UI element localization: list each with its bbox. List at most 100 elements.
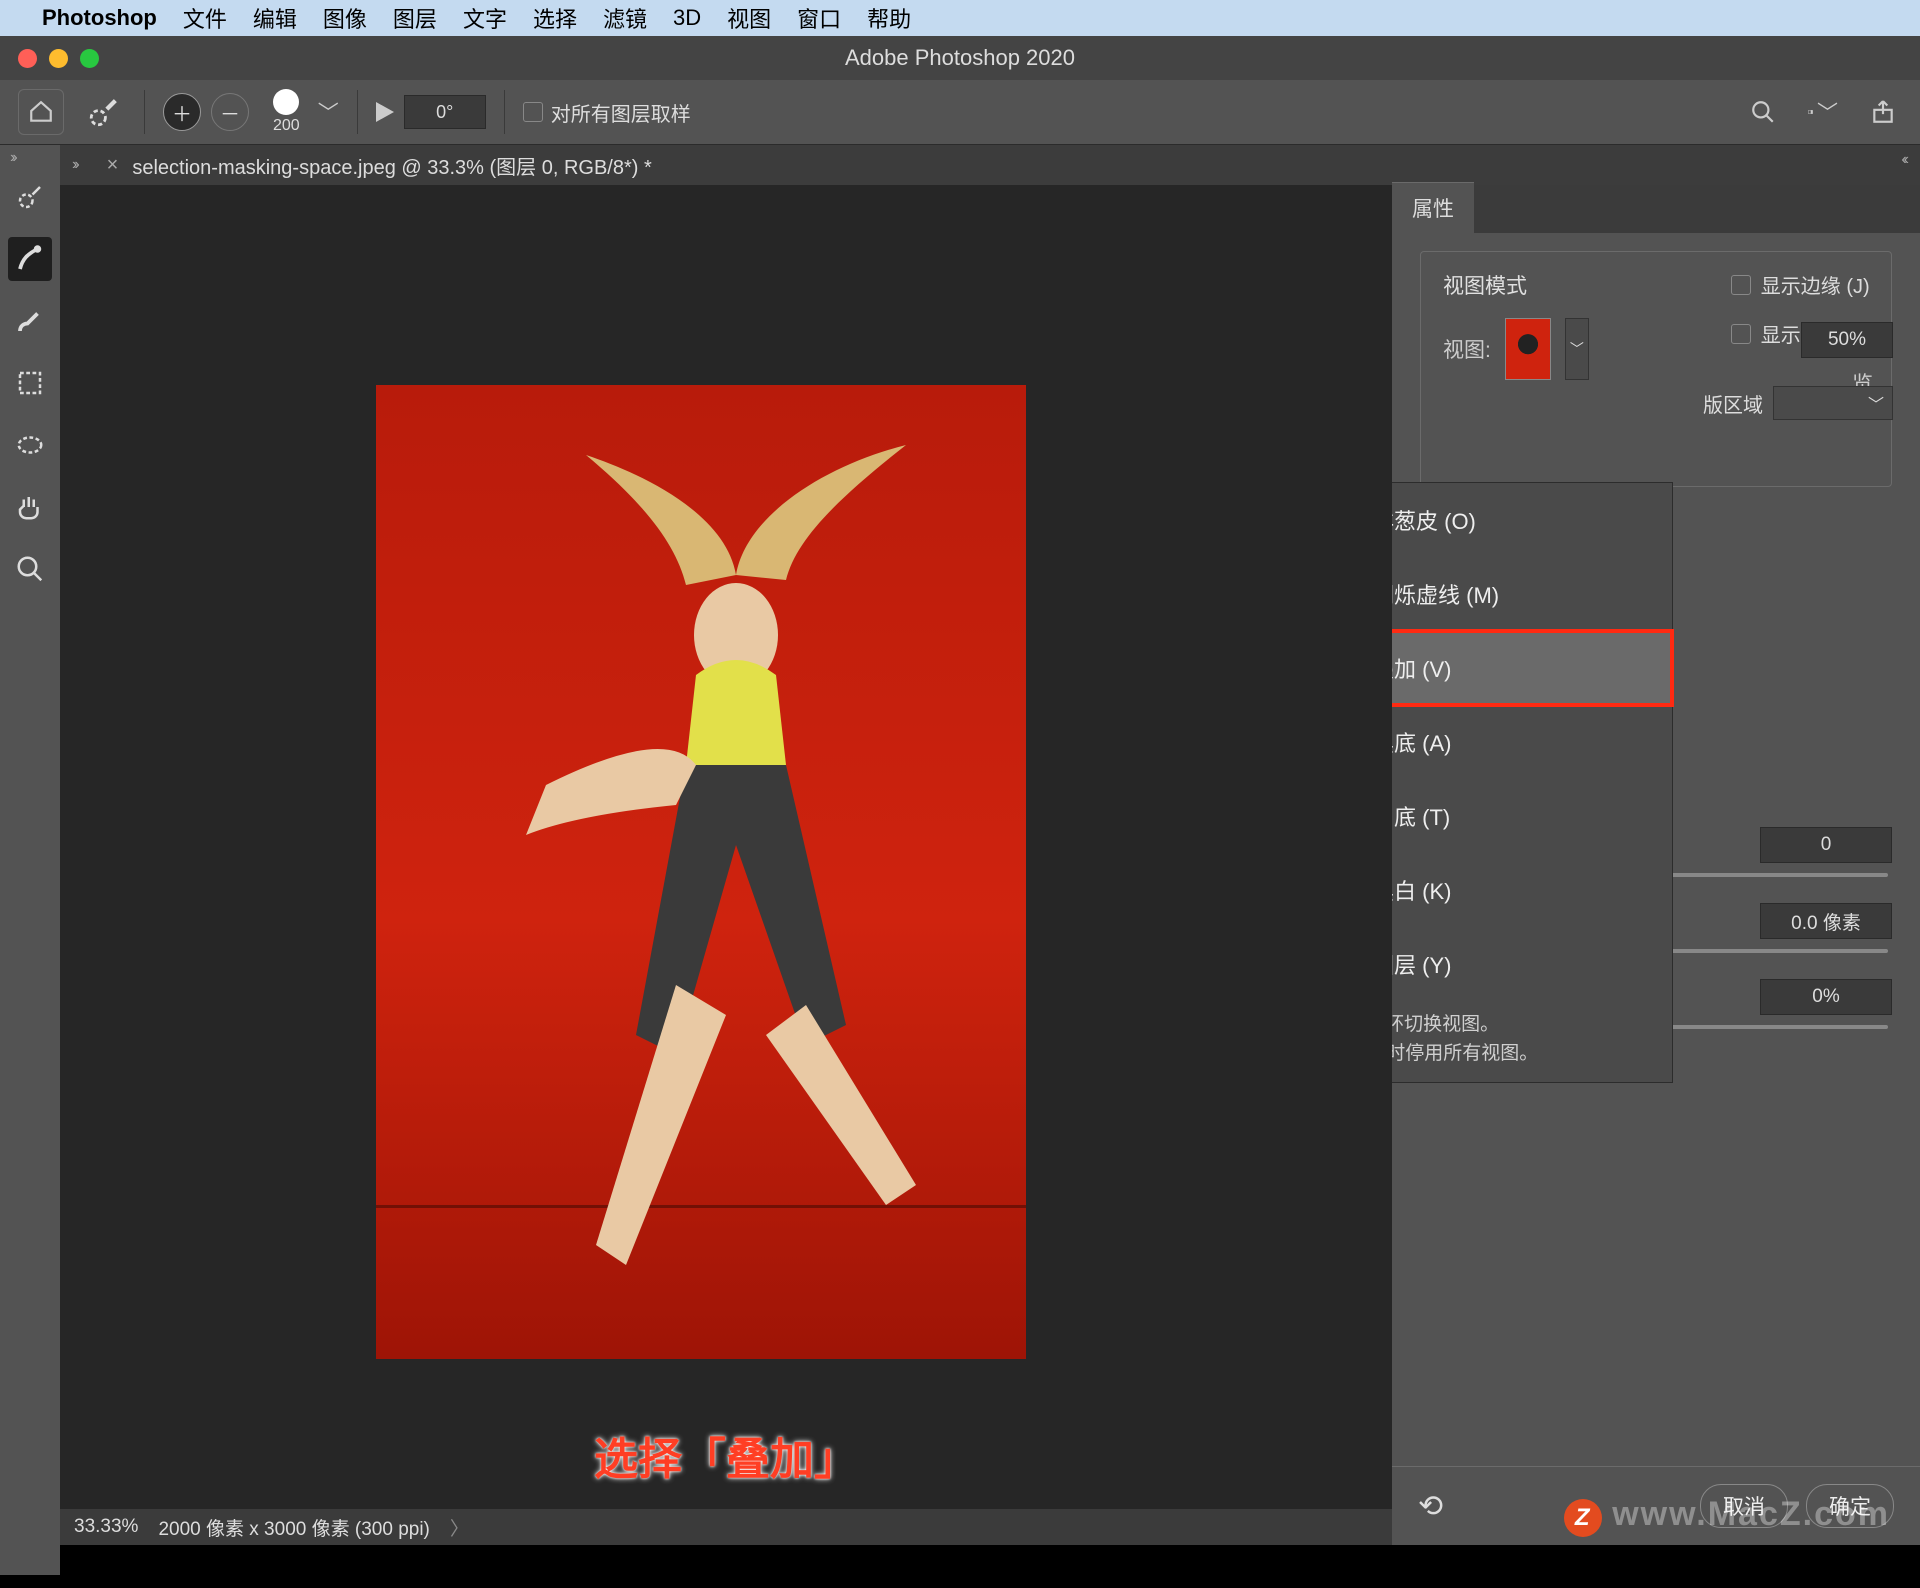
- brush-size-value: 200: [273, 117, 300, 135]
- search-button[interactable]: [1748, 97, 1778, 127]
- checkbox-icon: [1731, 275, 1751, 295]
- show-edge-checkbox[interactable]: 显示边缘 (J): [1731, 270, 1873, 299]
- panel-collapse-icon[interactable]: ‹‹: [1901, 151, 1906, 169]
- options-bar: ＋ － 200 ﹀ 0° 对所有图层取样 ﹀: [0, 80, 1920, 145]
- view-mode-group: 视图模式 视图: ﹀ 显示边缘 (J) 显示原稿 (P) 览 50% 版区域 ﹀: [1420, 251, 1892, 487]
- hint-line: 按 X 键暂时停用所有视图。: [1392, 1040, 1656, 1069]
- zoom-tool[interactable]: [8, 547, 52, 591]
- show-edge-label: 显示边缘 (J): [1761, 270, 1870, 299]
- divider: [144, 90, 145, 134]
- refine-edge-brush-tool[interactable]: [8, 237, 52, 281]
- sample-all-layers-label: 对所有图层取样: [551, 98, 691, 127]
- quick-selection-icon: [87, 95, 121, 129]
- search-icon: [1750, 99, 1776, 125]
- view-option-black-white[interactable]: 黑白 (K): [1392, 853, 1672, 927]
- panel-tab-row: 属性: [1392, 185, 1920, 233]
- hand-tool[interactable]: [8, 485, 52, 529]
- optionsbar-right-group: ﹀: [1748, 97, 1898, 127]
- view-option-marching-ants[interactable]: 闪烁虚线 (M): [1392, 557, 1672, 631]
- brush-dot-icon: [273, 89, 299, 115]
- brush-size-control[interactable]: 200: [273, 89, 300, 135]
- menu-layer[interactable]: 图层: [393, 2, 437, 34]
- share-button[interactable]: [1868, 97, 1898, 127]
- sample-all-layers-checkbox[interactable]: 对所有图层取样: [523, 98, 691, 127]
- view-dropdown-hint: 按 F 键循环切换视图。 按 X 键暂时停用所有视图。: [1392, 1001, 1672, 1068]
- opacity-value[interactable]: 50%: [1801, 322, 1893, 358]
- ok-button[interactable]: 确定: [1806, 1484, 1894, 1528]
- view-dropdown-button[interactable]: ﹀: [1565, 318, 1589, 380]
- menu-3d[interactable]: 3D: [673, 5, 701, 31]
- window-titlebar: Adobe Photoshop 2020: [0, 36, 1920, 80]
- menu-file[interactable]: 文件: [183, 2, 227, 34]
- menu-window[interactable]: 窗口: [797, 2, 841, 34]
- tool-preset-picker[interactable]: [82, 90, 126, 134]
- view-option-on-black[interactable]: 黑底 (A): [1392, 705, 1672, 779]
- share-icon: [1870, 99, 1896, 125]
- properties-tab[interactable]: 属性: [1392, 182, 1474, 233]
- workspace-icon: [1808, 99, 1813, 125]
- view-label: 视图:: [1443, 334, 1491, 364]
- annotation-caption: 选择「叠加」: [594, 1423, 858, 1487]
- info-menu-icon[interactable]: 〉: [450, 1514, 469, 1541]
- toolbar-expand-icon[interactable]: ››: [10, 149, 15, 167]
- add-to-selection-button[interactable]: ＋: [163, 93, 201, 131]
- home-button[interactable]: [18, 89, 64, 135]
- cancel-button[interactable]: 取消: [1700, 1484, 1788, 1528]
- mac-menubar: Photoshop 文件 编辑 图像 图层 文字 选择 滤镜 3D 视图 窗口 …: [0, 0, 1920, 36]
- quick-selection-tool[interactable]: [8, 175, 52, 219]
- indicates-select[interactable]: 版区域 ﹀: [1703, 386, 1893, 420]
- tab-overflow-icon[interactable]: ››: [72, 156, 77, 174]
- reset-button[interactable]: ⟲: [1418, 1489, 1443, 1524]
- brush-tool[interactable]: [8, 299, 52, 343]
- workspace: ›› ›› × selection-masking-space.jpeg @ 3…: [0, 145, 1920, 1545]
- close-tab-icon[interactable]: ×: [107, 154, 119, 177]
- mask-area-label-fragment: 版区域: [1703, 389, 1763, 418]
- smooth-value[interactable]: 0: [1760, 827, 1892, 863]
- view-mode-dropdown: 洋葱皮 (O) 闪烁虚线 (M) 叠加 (V) 黑底 (A) 白底 (T) 黑白…: [1392, 482, 1673, 1083]
- view-thumbnail[interactable]: [1505, 318, 1551, 380]
- menu-select[interactable]: 选择: [533, 2, 577, 34]
- feather-value[interactable]: 0.0 像素: [1760, 903, 1892, 939]
- hint-line: 按 F 键循环切换视图。: [1392, 1011, 1656, 1040]
- contrast-value[interactable]: 0%: [1760, 979, 1892, 1015]
- view-option-on-white[interactable]: 白底 (T): [1392, 779, 1672, 853]
- view-option-label: 图层 (Y): [1392, 948, 1451, 980]
- zoom-level[interactable]: 33.33%: [74, 1516, 138, 1538]
- menu-image[interactable]: 图像: [323, 2, 367, 34]
- divider: [504, 90, 505, 134]
- canvas[interactable]: 选择「叠加」: [60, 185, 1392, 1509]
- panel-body: 视图模式 视图: ﹀ 显示边缘 (J) 显示原稿 (P) 览 50% 版区域 ﹀: [1392, 233, 1920, 1466]
- view-option-label: 叠加 (V): [1392, 652, 1451, 684]
- dancer-figure: [436, 425, 976, 1285]
- view-option-onion-skin[interactable]: 洋葱皮 (O): [1392, 483, 1672, 557]
- status-bar: 33.33% 2000 像素 x 3000 像素 (300 ppi) 〉: [60, 1509, 1392, 1545]
- document-info[interactable]: 2000 像素 x 3000 像素 (300 ppi): [158, 1514, 429, 1541]
- menubar-app-name[interactable]: Photoshop: [42, 5, 157, 31]
- object-selection-tool[interactable]: [8, 423, 52, 467]
- lasso-tool[interactable]: [8, 361, 52, 405]
- properties-panel: 属性 视图模式 视图: ﹀ 显示边缘 (J) 显示原稿 (P) 览 50%: [1392, 185, 1920, 1545]
- brush-angle-control: 0°: [376, 95, 486, 129]
- angle-input[interactable]: 0°: [404, 95, 486, 129]
- menu-type[interactable]: 文字: [463, 2, 507, 34]
- artboard: [376, 385, 1026, 1359]
- home-icon: [28, 99, 54, 125]
- menu-view[interactable]: 视图: [727, 2, 771, 34]
- menu-help[interactable]: 帮助: [867, 2, 911, 34]
- brush-size-caret-icon[interactable]: ﹀: [318, 97, 339, 127]
- view-option-overlay[interactable]: 叠加 (V): [1392, 631, 1672, 705]
- menu-filter[interactable]: 滤镜: [603, 2, 647, 34]
- angle-icon: [376, 102, 394, 122]
- workspace-switcher[interactable]: ﹀: [1808, 97, 1838, 127]
- view-option-label: 洋葱皮 (O): [1392, 504, 1476, 536]
- view-option-on-layers[interactable]: 图层 (Y): [1392, 927, 1672, 1001]
- divider: [357, 90, 358, 134]
- checkbox-icon: [523, 102, 543, 122]
- subtract-from-selection-button[interactable]: －: [211, 93, 249, 131]
- select-and-mask-toolbar: ››: [0, 145, 60, 1575]
- document-tab[interactable]: × selection-masking-space.jpeg @ 33.3% (…: [89, 145, 670, 185]
- brush-mode-group: ＋ －: [163, 93, 249, 131]
- view-option-label: 闪烁虚线 (M): [1392, 578, 1499, 610]
- chevron-down-icon: ﹀: [1868, 391, 1884, 415]
- menu-edit[interactable]: 编辑: [253, 2, 297, 34]
